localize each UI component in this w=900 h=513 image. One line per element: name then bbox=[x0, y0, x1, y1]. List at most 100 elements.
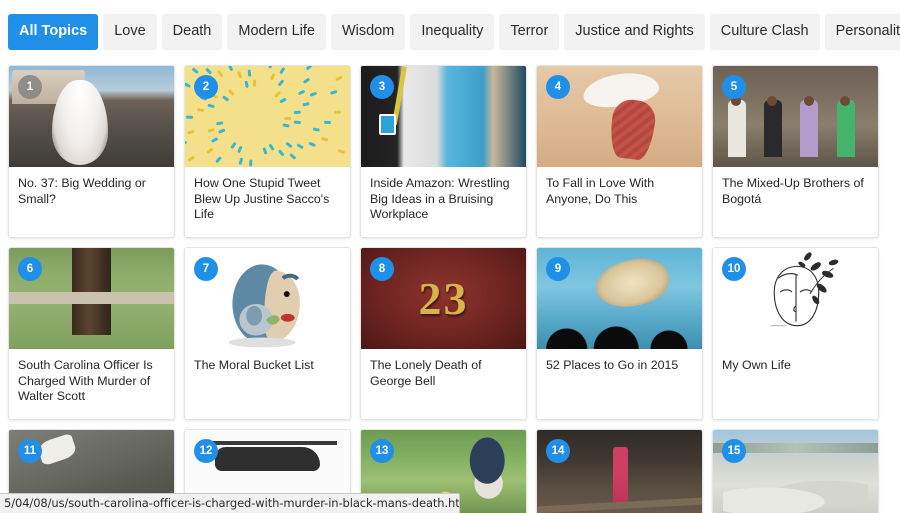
rank-badge: 14 bbox=[546, 439, 570, 463]
sparkle-mark bbox=[312, 127, 321, 132]
rank-badge: 1 bbox=[18, 75, 42, 99]
figure-silhouette bbox=[836, 100, 855, 157]
rank-badge: 4 bbox=[546, 75, 570, 99]
card-title[interactable]: The Moral Bucket List bbox=[185, 349, 350, 374]
article-card[interactable]: 23 8 The Lonely Death of George Bell bbox=[360, 247, 527, 420]
sparkle-mark bbox=[309, 91, 317, 97]
card-thumbnail[interactable]: 5 bbox=[713, 66, 878, 167]
rank-badge: 15 bbox=[722, 439, 746, 463]
card-thumbnail[interactable]: 23 8 bbox=[361, 248, 526, 349]
card-title[interactable]: Inside Amazon: Wrestling Big Ideas in a … bbox=[361, 167, 526, 223]
article-card[interactable]: 15 bbox=[712, 429, 879, 513]
sparkle-mark bbox=[305, 66, 313, 71]
sparkle-mark bbox=[320, 136, 329, 142]
card-thumbnail[interactable]: 3 bbox=[361, 66, 526, 167]
sparkle-mark bbox=[302, 77, 311, 85]
sparkle-mark bbox=[207, 128, 216, 133]
figure-head bbox=[803, 96, 814, 107]
article-card[interactable]: 14 bbox=[536, 429, 703, 513]
sparkle-mark bbox=[329, 89, 338, 95]
topic-tab-all-topics[interactable]: All Topics bbox=[8, 14, 99, 50]
sparkle-mark bbox=[217, 70, 224, 78]
topic-tab-culture-clash[interactable]: Culture Clash bbox=[709, 14, 820, 50]
sparkle-mark bbox=[237, 71, 243, 79]
sparkle-mark bbox=[278, 66, 286, 75]
card-thumbnail[interactable]: 2 bbox=[185, 66, 350, 167]
topic-tab-modern-life[interactable]: Modern Life bbox=[227, 14, 326, 50]
sparkle-mark bbox=[187, 155, 195, 162]
sparkle-mark bbox=[185, 82, 191, 89]
sparkle-mark bbox=[191, 67, 200, 74]
sparkle-mark bbox=[248, 159, 253, 167]
sparkle-mark bbox=[283, 116, 291, 120]
sparkle-mark bbox=[323, 120, 331, 124]
card-title[interactable]: No. 37: Big Wedding or Small? bbox=[9, 167, 174, 207]
sparkle-mark bbox=[301, 102, 310, 107]
topic-tab-personalities[interactable]: Personalities bbox=[824, 14, 900, 50]
card-title[interactable]: How One Stupid Tweet Blew Up Justine Sac… bbox=[185, 167, 350, 223]
sparkle-mark bbox=[278, 96, 287, 104]
sparkle-mark bbox=[247, 69, 252, 77]
card-title[interactable]: My Own Life bbox=[713, 349, 878, 374]
card-title[interactable]: The Lonely Death of George Bell bbox=[361, 349, 526, 389]
sparkle-mark bbox=[185, 140, 188, 146]
topic-tab-terror[interactable]: Terror bbox=[499, 14, 560, 50]
topic-tab-wisdom[interactable]: Wisdom bbox=[330, 14, 406, 50]
rank-badge: 2 bbox=[194, 75, 218, 99]
sparkle-mark bbox=[222, 94, 230, 102]
article-card[interactable]: 5 The Mixed-Up Brothers of Bogotá bbox=[712, 65, 879, 238]
card-title[interactable]: 52 Places to Go in 2015 bbox=[537, 349, 702, 374]
article-card[interactable]: 7 The Moral Bucket List bbox=[184, 247, 351, 420]
sparkle-mark bbox=[206, 147, 214, 155]
card-title[interactable]: To Fall in Love With Anyone, Do This bbox=[537, 167, 702, 207]
rank-badge: 11 bbox=[18, 439, 42, 463]
card-thumbnail[interactable]: 6 bbox=[9, 248, 174, 349]
topic-tab-inequality[interactable]: Inequality bbox=[410, 14, 495, 50]
sparkle-mark bbox=[335, 75, 343, 81]
rank-badge: 6 bbox=[18, 257, 42, 281]
topic-filter-bar: All Topics Love Death Modern Life Wisdom Ineq… bbox=[0, 0, 900, 62]
card-thumbnail[interactable]: 9 bbox=[537, 248, 702, 349]
figure-silhouette bbox=[800, 100, 819, 157]
sparkle-mark bbox=[278, 149, 286, 157]
rank-badge: 13 bbox=[370, 439, 394, 463]
sparkle-mark bbox=[207, 103, 215, 109]
topic-tab-love[interactable]: Love bbox=[103, 14, 157, 50]
article-card[interactable]: 1 No. 37: Big Wedding or Small? bbox=[8, 65, 175, 238]
card-title[interactable]: South Carolina Officer Is Charged With M… bbox=[9, 349, 174, 405]
article-card[interactable]: 9 52 Places to Go in 2015 bbox=[536, 247, 703, 420]
figure-silhouette bbox=[727, 100, 746, 157]
sparkle-mark bbox=[284, 141, 293, 149]
article-card[interactable]: 2 How One Stupid Tweet Blew Up Justine Sa… bbox=[184, 65, 351, 238]
sparkle-mark bbox=[337, 148, 346, 155]
status-bar-url: 5/04/08/us/south-carolina-officer-is-cha… bbox=[0, 493, 460, 513]
topic-tab-death[interactable]: Death bbox=[161, 14, 223, 50]
sparkle-mark bbox=[187, 129, 195, 135]
article-card[interactable]: 3 Inside Amazon: Wrestling Big Ideas in a… bbox=[360, 65, 527, 238]
sparkle-mark bbox=[227, 88, 235, 96]
article-card[interactable]: 4 To Fall in Love With Anyone, Do This bbox=[536, 65, 703, 238]
sparkle-mark bbox=[282, 123, 291, 129]
sparkle-mark bbox=[269, 73, 276, 82]
topic-tab-justice-and-rights[interactable]: Justice and Rights bbox=[564, 14, 705, 50]
rank-badge: 5 bbox=[722, 75, 746, 99]
card-title[interactable]: The Mixed-Up Brothers of Bogotá bbox=[713, 167, 878, 207]
figure-silhouette bbox=[764, 100, 783, 157]
sparkle-mark bbox=[214, 156, 222, 164]
article-card[interactable]: 10 My Own Life bbox=[712, 247, 879, 420]
sparkle-mark bbox=[236, 145, 243, 154]
rank-badge: 7 bbox=[194, 257, 218, 281]
sparkle-mark bbox=[211, 136, 219, 143]
card-thumbnail[interactable]: 7 bbox=[185, 248, 350, 349]
card-thumbnail[interactable]: 14 bbox=[537, 430, 702, 513]
sparkle-mark bbox=[308, 141, 317, 147]
card-thumbnail[interactable]: 4 bbox=[537, 66, 702, 167]
article-card[interactable]: 6 South Carolina Officer Is Charged With … bbox=[8, 247, 175, 420]
card-thumbnail[interactable]: 1 bbox=[9, 66, 174, 167]
sparkle-mark bbox=[293, 110, 301, 115]
sparkle-mark bbox=[229, 142, 237, 150]
card-thumbnail[interactable]: 10 bbox=[713, 248, 878, 349]
card-thumbnail[interactable]: 15 bbox=[713, 430, 878, 513]
sparkle-mark bbox=[293, 120, 301, 125]
sparkle-mark bbox=[227, 66, 234, 72]
